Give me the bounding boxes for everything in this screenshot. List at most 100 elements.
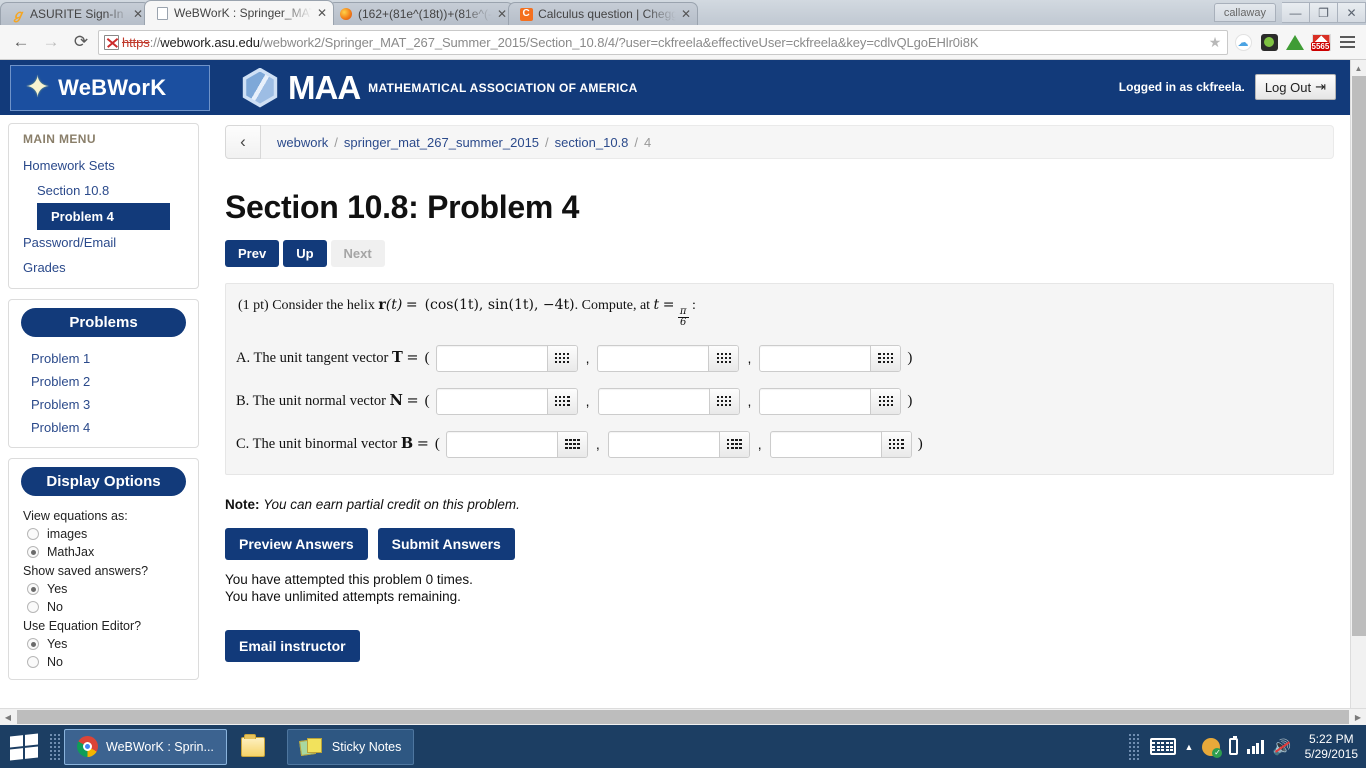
battery-icon[interactable] — [1229, 736, 1239, 755]
problem-link-1[interactable]: Problem 1 — [9, 347, 198, 370]
answer-input-b1[interactable] — [436, 388, 547, 414]
breadcrumb-item-webwork[interactable]: webwork — [277, 135, 328, 150]
sidebar-item-password-email[interactable]: Password/Email — [9, 230, 198, 255]
equation-editor-button[interactable] — [718, 431, 749, 457]
equation-editor-button[interactable] — [870, 345, 901, 371]
clock[interactable]: 5:22 PM 5/29/2015 — [1301, 732, 1358, 762]
answer-input-c1[interactable] — [446, 431, 557, 457]
sidebar-item-grades[interactable]: Grades — [9, 255, 198, 280]
window-maximize-button[interactable]: ❐ — [1310, 2, 1338, 23]
browser-tab-chegg[interactable]: C Calculus question | Chegg ✕ — [508, 2, 699, 25]
tray-grip-handle[interactable] — [1127, 732, 1141, 762]
browser-profile-button[interactable]: callaway — [1213, 3, 1276, 22]
scroll-left-icon[interactable]: ◀ — [0, 713, 16, 722]
browser-tab-webwork[interactable]: WeBWorK : Springer_MAT ✕ — [144, 0, 334, 25]
equation-editor-button[interactable] — [708, 388, 739, 414]
tab-close-icon[interactable]: ✕ — [681, 7, 691, 21]
equation-editor-button[interactable] — [546, 345, 577, 371]
radio-icon-selected[interactable] — [27, 638, 39, 650]
google-drive-icon[interactable] — [1284, 29, 1306, 55]
sidebar-item-problem-4[interactable]: Problem 4 — [37, 203, 170, 230]
radio-view-images[interactable]: images — [9, 525, 198, 543]
radio-icon[interactable] — [27, 528, 39, 540]
prev-button[interactable]: Prev — [225, 240, 280, 267]
breadcrumb-item-section[interactable]: section_10.8 — [555, 135, 629, 150]
network-icon[interactable] — [1202, 737, 1223, 758]
answer-input-a1[interactable] — [436, 345, 547, 371]
tab-close-icon[interactable]: ✕ — [133, 7, 143, 21]
preview-answers-button[interactable]: Preview Answers — [225, 527, 368, 560]
answer-input-b3[interactable] — [760, 388, 871, 414]
answer-field-c1[interactable] — [445, 430, 588, 458]
radio-icon-selected[interactable] — [27, 583, 39, 595]
tab-close-icon[interactable]: ✕ — [317, 6, 327, 20]
up-button[interactable]: Up — [283, 240, 327, 267]
equation-editor-button[interactable] — [880, 431, 911, 457]
volume-muted-icon[interactable]: 🔊 — [1273, 738, 1292, 756]
gmail-icon[interactable]: 5565 — [1310, 29, 1332, 55]
address-bar[interactable]: https://webwork.asu.edu/webwork2/Springe… — [98, 29, 1228, 55]
answer-input-a3[interactable] — [760, 345, 871, 371]
keyboard-icon[interactable] — [1149, 738, 1176, 755]
show-hidden-icons-icon[interactable]: ▲ — [1185, 742, 1194, 752]
problem-link-3[interactable]: Problem 3 — [9, 393, 198, 416]
tab-close-icon[interactable]: ✕ — [497, 7, 507, 21]
sidebar-item-section-10-8[interactable]: Section 10.8 — [9, 178, 198, 203]
radio-icon[interactable] — [27, 656, 39, 668]
horizontal-scrollbar[interactable]: ◀ ▶ — [0, 708, 1366, 725]
answer-input-c2[interactable] — [608, 431, 719, 457]
window-close-button[interactable]: ✕ — [1338, 2, 1366, 23]
taskbar-item-sticky-notes[interactable]: Sticky Notes — [286, 728, 415, 765]
radio-icon-selected[interactable] — [27, 546, 39, 558]
adblock-icon[interactable] — [1258, 29, 1280, 55]
answer-field-a2[interactable] — [597, 344, 740, 372]
browser-tab-asurite[interactable]: ℊ ASURITE Sign-In ✕ — [0, 2, 150, 25]
breadcrumb-item-course[interactable]: springer_mat_267_summer_2015 — [344, 135, 539, 150]
vertical-scrollbar[interactable]: ▲ — [1350, 60, 1366, 708]
equation-editor-button[interactable] — [546, 388, 577, 414]
cloud-icon[interactable]: ☁ — [1232, 29, 1254, 55]
browser-tab-equation[interactable]: (162+(81e^(18t))+(81e^(- ✕ — [328, 2, 515, 25]
radio-editor-yes[interactable]: Yes — [9, 635, 198, 653]
answer-field-b2[interactable] — [597, 387, 740, 415]
answer-input-b2[interactable] — [598, 388, 709, 414]
sidebar-item-homework-sets[interactable]: Homework Sets — [9, 153, 198, 178]
problem-link-2[interactable]: Problem 2 — [9, 370, 198, 393]
horizontal-scrollbar-thumb[interactable] — [17, 710, 1349, 724]
answer-field-c2[interactable] — [607, 430, 750, 458]
answer-field-a3[interactable] — [759, 344, 902, 372]
radio-icon[interactable] — [27, 601, 39, 613]
back-icon[interactable]: ← — [8, 29, 34, 55]
answer-input-c3[interactable] — [770, 431, 881, 457]
collapse-sidebar-button[interactable]: ‹ — [225, 125, 261, 159]
taskbar-item-file-explorer[interactable] — [229, 729, 285, 765]
certificate-error-icon[interactable] — [104, 34, 119, 50]
reload-icon[interactable]: ⟳ — [68, 29, 94, 55]
answer-field-b1[interactable] — [435, 387, 578, 415]
answer-field-a1[interactable] — [435, 344, 578, 372]
radio-saved-no[interactable]: No — [9, 598, 198, 616]
taskbar-grip-handle[interactable] — [48, 732, 62, 762]
start-button[interactable] — [0, 725, 48, 768]
answer-field-b3[interactable] — [759, 387, 902, 415]
chrome-menu-icon[interactable] — [1336, 29, 1358, 55]
scroll-up-icon[interactable]: ▲ — [1351, 60, 1366, 76]
webwork-logo[interactable]: ✦ WeBWorK — [10, 64, 210, 111]
answer-input-a2[interactable] — [598, 345, 709, 371]
equation-editor-button[interactable] — [556, 431, 587, 457]
equation-editor-button[interactable] — [708, 345, 739, 371]
problem-link-4[interactable]: Problem 4 — [9, 416, 198, 439]
email-instructor-button[interactable]: Email instructor — [225, 629, 360, 662]
taskbar-item-chrome[interactable]: WeBWorK : Sprin... — [64, 728, 227, 765]
radio-editor-no[interactable]: No — [9, 653, 198, 671]
signal-icon[interactable] — [1247, 739, 1264, 754]
equation-editor-button[interactable] — [870, 388, 901, 414]
window-minimize-button[interactable]: — — [1282, 2, 1310, 23]
answer-field-c3[interactable] — [769, 430, 912, 458]
submit-answers-button[interactable]: Submit Answers — [377, 527, 515, 560]
radio-saved-yes[interactable]: Yes — [9, 580, 198, 598]
log-out-button[interactable]: Log Out ⇥ — [1254, 74, 1336, 100]
scroll-right-icon[interactable]: ▶ — [1350, 713, 1366, 722]
forward-icon[interactable]: → — [38, 29, 64, 55]
radio-view-mathjax[interactable]: MathJax — [9, 543, 198, 561]
